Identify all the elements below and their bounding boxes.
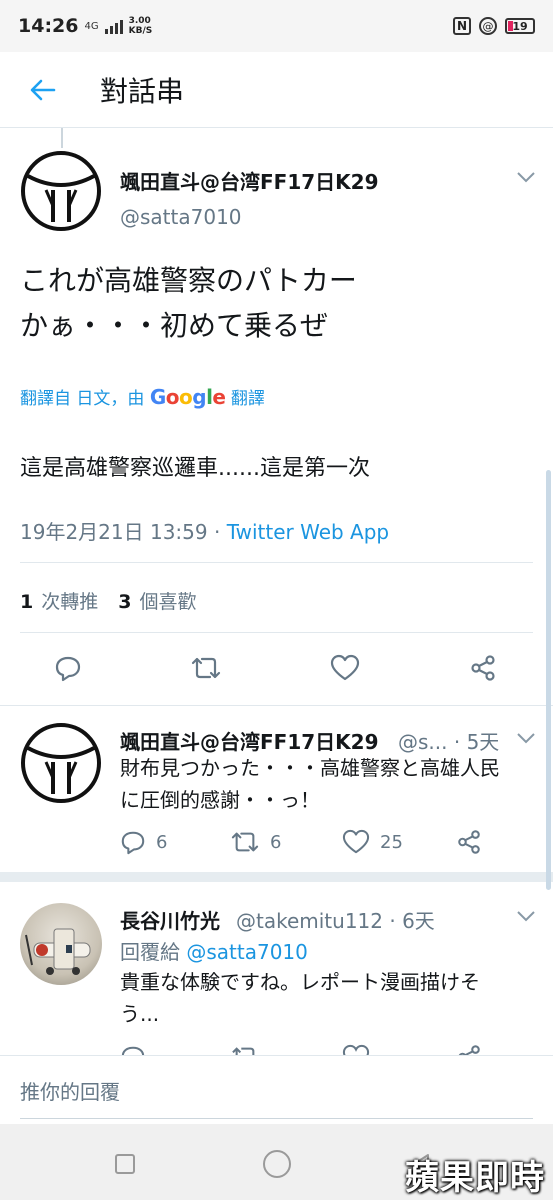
retweet-button[interactable] <box>190 654 222 682</box>
retweet-button[interactable]: 6 <box>230 829 281 855</box>
reply-input[interactable]: 推你的回覆 <box>20 1076 120 1105</box>
section-gap <box>0 872 553 882</box>
reply-text-line-1: 貴重な体験ですね。レポート漫画描けそ <box>120 970 480 994</box>
avatar[interactable] <box>20 150 102 232</box>
tweet-author-handle[interactable]: @satta7010 <box>120 205 242 229</box>
google-logo: Google <box>149 385 226 409</box>
input-underline <box>20 1118 533 1119</box>
reply-text-line-2: に圧倒的感謝・・っ！ <box>120 788 320 812</box>
status-time: 14:26 <box>18 15 79 37</box>
chevron-down-icon[interactable] <box>516 909 536 923</box>
back-button[interactable] <box>0 52 100 128</box>
translation-prefix: 翻譯自 日文，由 <box>20 389 145 409</box>
tweet-stats[interactable]: 1 次轉推 3 個喜歡 <box>20 587 197 614</box>
watermark: 蘋果即時 <box>405 1158 545 1198</box>
vpn-icon: @ <box>479 17 497 35</box>
reply-text-line-2: う... <box>120 1002 160 1026</box>
app-bar: 對話串 <box>0 52 553 128</box>
replying-to: 回覆給 @satta7010 <box>120 936 308 965</box>
tweet-author-name[interactable]: 颯田直斗@台湾FF17日K29 <box>120 166 379 195</box>
retweet-icon <box>191 657 221 679</box>
avatar[interactable] <box>20 722 102 804</box>
network-speed-unit: KB/S <box>128 26 153 36</box>
battery-icon: 19 <box>505 18 535 34</box>
thread-connector <box>61 128 63 148</box>
retweet-icon <box>231 832 259 852</box>
share-button[interactable] <box>469 654 497 682</box>
recent-apps-button[interactable] <box>115 1154 135 1174</box>
reply-composer[interactable]: 推你的回覆 <box>0 1055 553 1123</box>
meta-separator: · <box>207 520 227 544</box>
divider <box>20 562 533 563</box>
reply-icon <box>55 656 81 682</box>
nfc-icon: N <box>453 17 471 35</box>
heart-icon <box>342 829 370 854</box>
tweet-meta: 19年2月21日 13:59 · Twitter Web App <box>20 516 389 545</box>
translation-suffix: 翻譯 <box>230 389 265 409</box>
page-title: 對話串 <box>100 74 185 108</box>
tweet-timestamp: 19年2月21日 13:59 <box>20 520 208 544</box>
reply-icon <box>121 831 145 855</box>
arrow-left-icon <box>30 79 56 100</box>
signal-icon <box>104 18 123 34</box>
replying-to-handle[interactable]: @satta7010 <box>186 940 308 964</box>
divider <box>0 705 553 706</box>
retweet-label: 次轉推 <box>41 591 99 613</box>
like-button[interactable]: 25 <box>342 829 403 855</box>
like-count: 3 <box>118 591 132 613</box>
retweet-count: 6 <box>270 831 282 853</box>
network-speed-value: 3.00 <box>128 16 151 26</box>
network-type: 4G <box>84 20 99 32</box>
reply-button[interactable]: 6 <box>120 829 167 855</box>
retweet-count: 1 <box>20 591 34 613</box>
battery-level: 19 <box>512 19 528 33</box>
share-icon <box>458 830 480 854</box>
scrollbar[interactable] <box>546 470 551 890</box>
translated-text: 這是高雄警察巡邏車......這是第一次 <box>20 456 370 481</box>
reply-text-line-1: 財布見つかった・・・高雄警察と高雄人民 <box>120 756 500 780</box>
chevron-down-icon[interactable] <box>516 731 536 745</box>
airplane-model-image <box>25 928 91 975</box>
like-button[interactable] <box>330 654 360 682</box>
share-button[interactable] <box>456 829 482 855</box>
divider <box>20 632 533 633</box>
like-count: 25 <box>380 831 403 853</box>
reply-button[interactable] <box>54 654 82 682</box>
tweet-text-line-2: かぁ・・・初めて乗るぜ <box>20 309 329 342</box>
tweet-text-line-1: これが高雄警察のパトカー <box>20 264 357 297</box>
reply-author-name[interactable]: 颯田直斗@台湾FF17日K29 <box>120 726 379 755</box>
heart-icon <box>330 654 360 681</box>
translation-link[interactable]: 翻譯自 日文，由 Google 翻譯 <box>20 384 265 409</box>
home-button[interactable] <box>263 1150 291 1178</box>
reply-count: 6 <box>156 831 168 853</box>
share-icon <box>471 655 495 681</box>
chevron-down-icon[interactable] <box>516 170 536 184</box>
avatar[interactable] <box>20 903 102 985</box>
network-speed: 3.00 KB/S <box>129 16 153 36</box>
reply-handle-time[interactable]: @takemitu112 · 6天 <box>236 905 435 934</box>
like-label: 個喜歡 <box>139 591 197 613</box>
reply-author-name[interactable]: 長谷川竹光 <box>120 905 220 934</box>
replying-label: 回覆給 <box>120 940 180 964</box>
reply-handle-time[interactable]: @s... · 5天 <box>398 726 499 755</box>
source-app-link[interactable]: Twitter Web App <box>227 520 389 544</box>
status-bar: 14:26 4G 3.00 KB/S N @ 19 <box>0 0 553 52</box>
